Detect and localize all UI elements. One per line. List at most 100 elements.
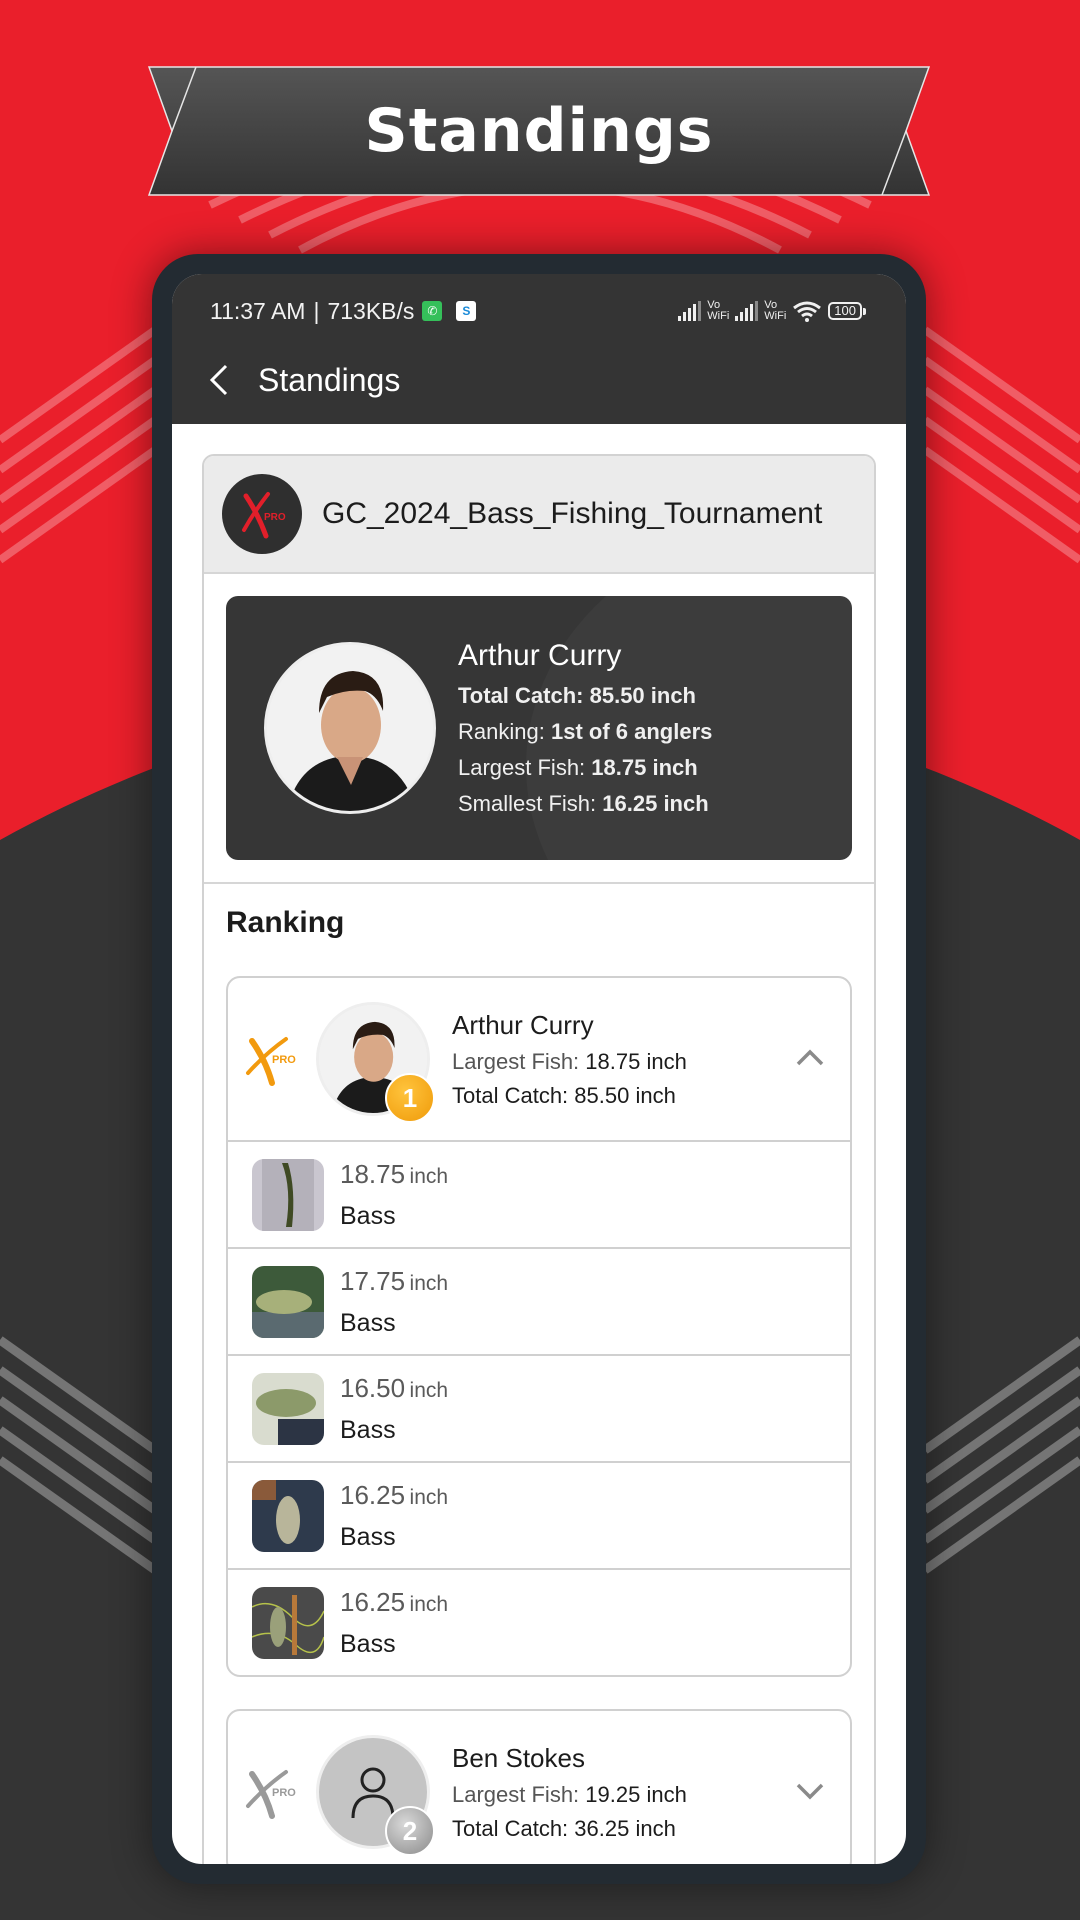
catch-unit: inch	[409, 1378, 449, 1402]
angler-info: Ben Stokes Largest Fish: 19.25 inch Tota…	[452, 1743, 687, 1842]
catch-info: 16.50 inch Bass	[340, 1373, 448, 1445]
fish-photo-icon	[252, 1479, 324, 1552]
ranking-title: Ranking	[226, 906, 345, 939]
chevron-left-icon	[209, 364, 228, 396]
catch-photo	[252, 1586, 324, 1659]
xpro-logo-icon: PRO	[242, 492, 286, 539]
angler-header[interactable]: PRO 2 Ben Stokes Largest Fish: 19.25 inc…	[228, 1711, 850, 1864]
catch-species: Bass	[340, 1522, 396, 1551]
largest-fish-value: 18.75 inch	[591, 755, 698, 780]
catch-length: 16.25	[340, 1479, 406, 1510]
tournament-header: PRO GC_2024_Bass_Fishing_Tournament	[204, 456, 874, 574]
logo-text: PRO	[272, 1787, 296, 1799]
catch-photo	[252, 1479, 324, 1552]
catch-row[interactable]: 16.50 inch Bass	[228, 1354, 850, 1461]
vowifi-icon: Vo WiFi	[707, 300, 729, 322]
angler-card: PRO 2 Ben Stokes Largest Fish: 19.25 inc…	[226, 1709, 852, 1864]
catch-photo	[252, 1265, 324, 1338]
profile-ranking: Ranking: 1st of 6 anglers	[458, 719, 712, 745]
catch-unit: inch	[409, 1485, 449, 1509]
total-catch-value: 36.25 inch	[574, 1815, 676, 1841]
tournament-name: GC_2024_Bass_Fishing_Tournament	[322, 497, 823, 530]
chevron-up-icon[interactable]	[792, 1040, 828, 1076]
angler-largest-fish: Largest Fish: 18.75 inch	[452, 1049, 687, 1075]
total-catch-value: 85.50 inch	[574, 1082, 676, 1108]
catch-info: 16.25 inch Bass	[340, 1587, 448, 1659]
vowifi-label: WiFi	[764, 310, 787, 322]
catch-length: 17.75	[340, 1265, 406, 1296]
ranking-value: 1st of 6 anglers	[550, 719, 713, 744]
vowifi-icon: Vo WiFi	[764, 300, 786, 322]
wifi-icon	[793, 301, 822, 322]
whatsapp-icon: ✆	[422, 301, 443, 321]
profile-wrapper: Arthur Curry Total Catch: 85.50 inch Ran…	[204, 574, 874, 882]
status-bar: 11:37 AM | 713KB/s ✆ S Vo WiFi Vo WiFi 100	[172, 274, 906, 336]
catch-unit: inch	[409, 1271, 449, 1295]
profile-info: Arthur Curry Total Catch: 85.50 inch Ran…	[458, 639, 712, 817]
catch-row[interactable]: 16.25 inch Bass	[228, 1461, 850, 1568]
angler-name: Ben Stokes	[452, 1742, 585, 1773]
status-network-speed: 713KB/s	[327, 297, 415, 324]
ranking-section: Ranking PRO 1 Arthur Curry Largest Fish:…	[204, 882, 874, 1864]
skype-icon: S	[456, 301, 477, 321]
header-banner: Standings	[148, 66, 930, 196]
catch-row[interactable]: 18.75 inch Bass	[228, 1140, 850, 1247]
catch-unit: inch	[409, 1164, 449, 1188]
largest-fish-label: Largest Fish:	[458, 755, 586, 780]
xpro-logo-icon: PRO	[246, 1037, 296, 1086]
rank-badge-silver: 2	[385, 1806, 435, 1856]
logo-text: PRO	[264, 512, 286, 523]
total-catch-value: 85.50 inch	[589, 683, 696, 708]
angler-header[interactable]: PRO 1 Arthur Curry Largest Fish: 18.75 i…	[228, 978, 850, 1140]
angler-total-catch: Total Catch: 36.25 inch	[452, 1816, 687, 1842]
catch-photo	[252, 1158, 324, 1231]
catch-length: 16.25	[340, 1586, 406, 1617]
largest-fish-value: 19.25 inch	[585, 1781, 687, 1807]
catch-info: 16.25 inch Bass	[340, 1480, 448, 1552]
fish-photo-icon	[252, 1372, 324, 1445]
fish-photo-icon	[252, 1586, 324, 1659]
catch-species: Bass	[340, 1201, 396, 1230]
content-scroll[interactable]: PRO GC_2024_Bass_Fishing_Tournament Arth…	[172, 424, 906, 1864]
profile-name: Arthur Curry	[458, 639, 622, 672]
angler-total-catch: Total Catch: 85.50 inch	[452, 1083, 687, 1109]
fish-photo-icon	[252, 1158, 324, 1231]
vowifi-label: WiFi	[707, 310, 730, 322]
profile-photo	[264, 642, 436, 814]
catch-unit: inch	[409, 1592, 449, 1616]
rank-badge-gold: 1	[385, 1073, 435, 1123]
status-time: 11:37 AM	[210, 297, 306, 324]
back-button[interactable]	[208, 360, 248, 400]
total-catch-label: Total Catch:	[458, 683, 584, 708]
catch-row[interactable]: 17.75 inch Bass	[228, 1247, 850, 1354]
phone-frame: 11:37 AM | 713KB/s ✆ S Vo WiFi Vo WiFi 100	[152, 254, 926, 1884]
chevron-down-icon[interactable]	[792, 1773, 828, 1809]
angler-card: PRO 1 Arthur Curry Largest Fish: 18.75 i…	[226, 976, 852, 1677]
battery-icon: 100	[828, 302, 866, 320]
avatar: 1	[316, 1002, 435, 1123]
catch-species: Bass	[340, 1415, 396, 1444]
person-photo-icon	[267, 645, 433, 811]
angler-name: Arthur Curry	[452, 1009, 594, 1040]
logo-text: PRO	[272, 1054, 296, 1066]
catch-species: Bass	[340, 1629, 396, 1658]
angler-largest-fish: Largest Fish: 19.25 inch	[452, 1782, 687, 1808]
xpro-logo-icon: PRO	[246, 1770, 296, 1819]
profile-summary-card: Arthur Curry Total Catch: 85.50 inch Ran…	[226, 596, 852, 860]
catch-species: Bass	[340, 1308, 396, 1337]
total-catch-label: Total Catch:	[452, 1082, 569, 1108]
largest-fish-label: Largest Fish:	[452, 1048, 580, 1074]
tournament-logo: PRO	[222, 474, 302, 554]
catch-row[interactable]: 16.25 inch Bass	[228, 1568, 850, 1675]
catch-info: 17.75 inch Bass	[340, 1266, 448, 1338]
largest-fish-value: 18.75 inch	[585, 1048, 687, 1074]
angler-info: Arthur Curry Largest Fish: 18.75 inch To…	[452, 1010, 687, 1109]
banner-title: Standings	[364, 96, 714, 166]
phone-screen: 11:37 AM | 713KB/s ✆ S Vo WiFi Vo WiFi 100	[172, 274, 906, 1864]
signal-icon	[678, 301, 702, 321]
fish-photo-icon	[252, 1265, 324, 1338]
total-catch-label: Total Catch:	[452, 1815, 569, 1841]
avatar: 2	[316, 1735, 435, 1856]
catch-photo	[252, 1372, 324, 1445]
tournament-card: PRO GC_2024_Bass_Fishing_Tournament Arth…	[202, 454, 876, 1864]
